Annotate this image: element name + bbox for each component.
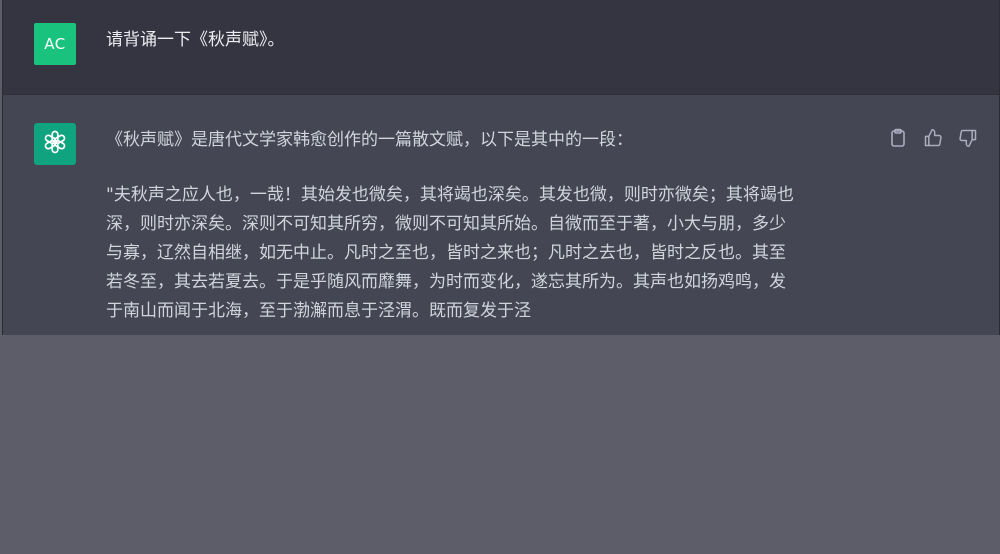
poem-line: "夫秋声之应人也，一哉！其始发也微矣，其将竭也深矣。其发也微，则时亦微矣；其将竭… [106, 185, 794, 205]
poem-line: 与寡，辽然自相继，如无中止。凡时之至也，皆时之来也；凡时之去也，皆时之反也。其至 [106, 243, 786, 263]
user-message-row: AC 请背诵一下《秋声赋》。 [3, 0, 999, 95]
chat-window: AC 请背诵一下《秋声赋》。 《秋声赋》是唐代文学家韩愈创作的一篇散文赋，以下是… [2, 0, 1000, 335]
poem-line: 深，则时亦深矣。深则不可知其所穷，微则不可知其所始。自微而至于著，小大与朋，多少 [106, 214, 786, 234]
user-avatar: AC [34, 23, 76, 65]
openai-logo-icon [41, 128, 69, 160]
screen: AC 请背诵一下《秋声赋》。 《秋声赋》是唐代文学家韩愈创作的一篇散文赋，以下是… [0, 0, 1000, 554]
message-actions [887, 127, 979, 149]
thumbs-down-icon [958, 128, 978, 148]
copy-button[interactable] [887, 127, 909, 149]
assistant-poem-text: "夫秋声之应人也，一哉！其始发也微矣，其将竭也深矣。其发也微，则时亦微矣；其将竭… [106, 181, 881, 326]
user-avatar-initials: AC [44, 35, 66, 53]
poem-line: 于南山而闻于北海，至于渤澥而息于泾渭。既而复发于泾 [106, 301, 531, 321]
poem-line: 若冬至，其去若夏去。于是乎随风而靡舞，为时而变化，遂忘其所为。其声也如扬鸡鸣，发 [106, 272, 786, 292]
thumbs-up-icon [923, 128, 943, 148]
assistant-message-row: 《秋声赋》是唐代文学家韩愈创作的一篇散文赋，以下是其中的一段： "夫秋声之应人也… [3, 95, 999, 335]
assistant-avatar [34, 123, 76, 165]
clipboard-icon [889, 128, 907, 148]
assistant-intro-text: 《秋声赋》是唐代文学家韩愈创作的一篇散文赋，以下是其中的一段： [106, 130, 633, 150]
like-button[interactable] [922, 127, 944, 149]
dislike-button[interactable] [957, 127, 979, 149]
user-message-text: 请背诵一下《秋声赋》。 [106, 30, 285, 50]
